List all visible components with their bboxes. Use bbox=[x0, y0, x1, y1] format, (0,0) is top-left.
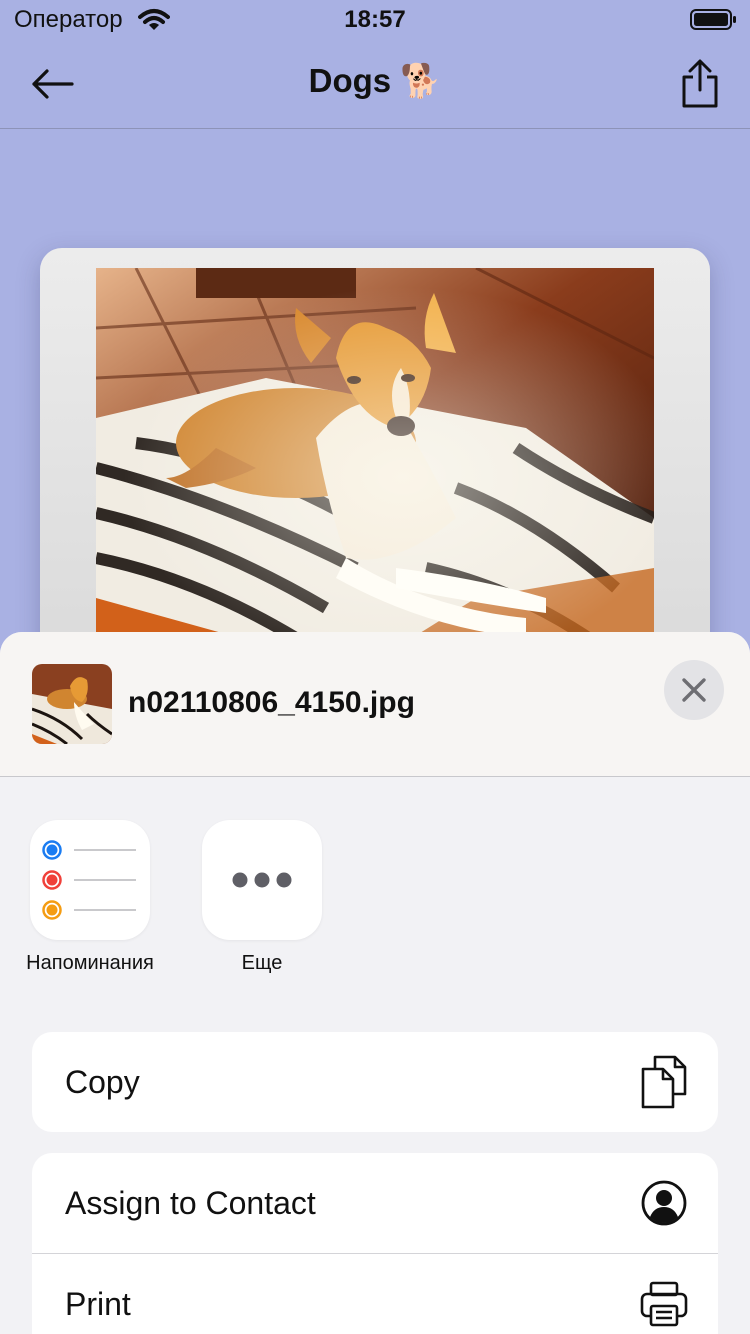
assign-to-contact-action[interactable]: Assign to Contact bbox=[32, 1153, 718, 1253]
more-icon bbox=[232, 872, 292, 888]
close-button[interactable] bbox=[664, 660, 724, 720]
share-sheet-header: n02110806_4150.jpg bbox=[0, 632, 750, 777]
share-icon bbox=[682, 59, 718, 108]
copy-action-group: Copy bbox=[32, 1032, 718, 1132]
print-label: Print bbox=[65, 1285, 131, 1322]
file-name: n02110806_4150.jpg bbox=[128, 686, 415, 719]
copy-label: Copy bbox=[65, 1063, 140, 1100]
close-icon bbox=[682, 678, 706, 702]
battery-icon bbox=[690, 9, 736, 30]
copy-icon bbox=[638, 1055, 690, 1109]
more-apps-label: Еще bbox=[241, 952, 283, 974]
reminders-icon bbox=[42, 840, 136, 920]
status-bar: Оператор 18:57 bbox=[0, 0, 750, 40]
contact-print-action-group: Assign to Contact Print bbox=[32, 1153, 718, 1334]
share-sheet: n02110806_4150.jpg Напоминания Еще Copy … bbox=[0, 632, 750, 1334]
photo-card bbox=[40, 248, 710, 668]
file-thumbnail bbox=[32, 664, 112, 744]
dog-photo[interactable] bbox=[96, 268, 654, 648]
clock: 18:57 bbox=[344, 6, 406, 33]
copy-action[interactable]: Copy bbox=[32, 1032, 718, 1132]
reminders-app-button[interactable] bbox=[30, 820, 150, 940]
more-apps-button[interactable] bbox=[202, 820, 322, 940]
print-icon bbox=[638, 1278, 690, 1330]
reminders-app-label: Напоминания bbox=[26, 952, 154, 974]
contact-icon bbox=[638, 1177, 690, 1229]
page-title: Dogs 🐕 bbox=[308, 62, 442, 99]
navigation-bar: Dogs 🐕 bbox=[0, 40, 750, 129]
print-action[interactable]: Print bbox=[32, 1253, 718, 1334]
assign-to-contact-label: Assign to Contact bbox=[65, 1184, 316, 1221]
share-button[interactable] bbox=[672, 54, 728, 114]
